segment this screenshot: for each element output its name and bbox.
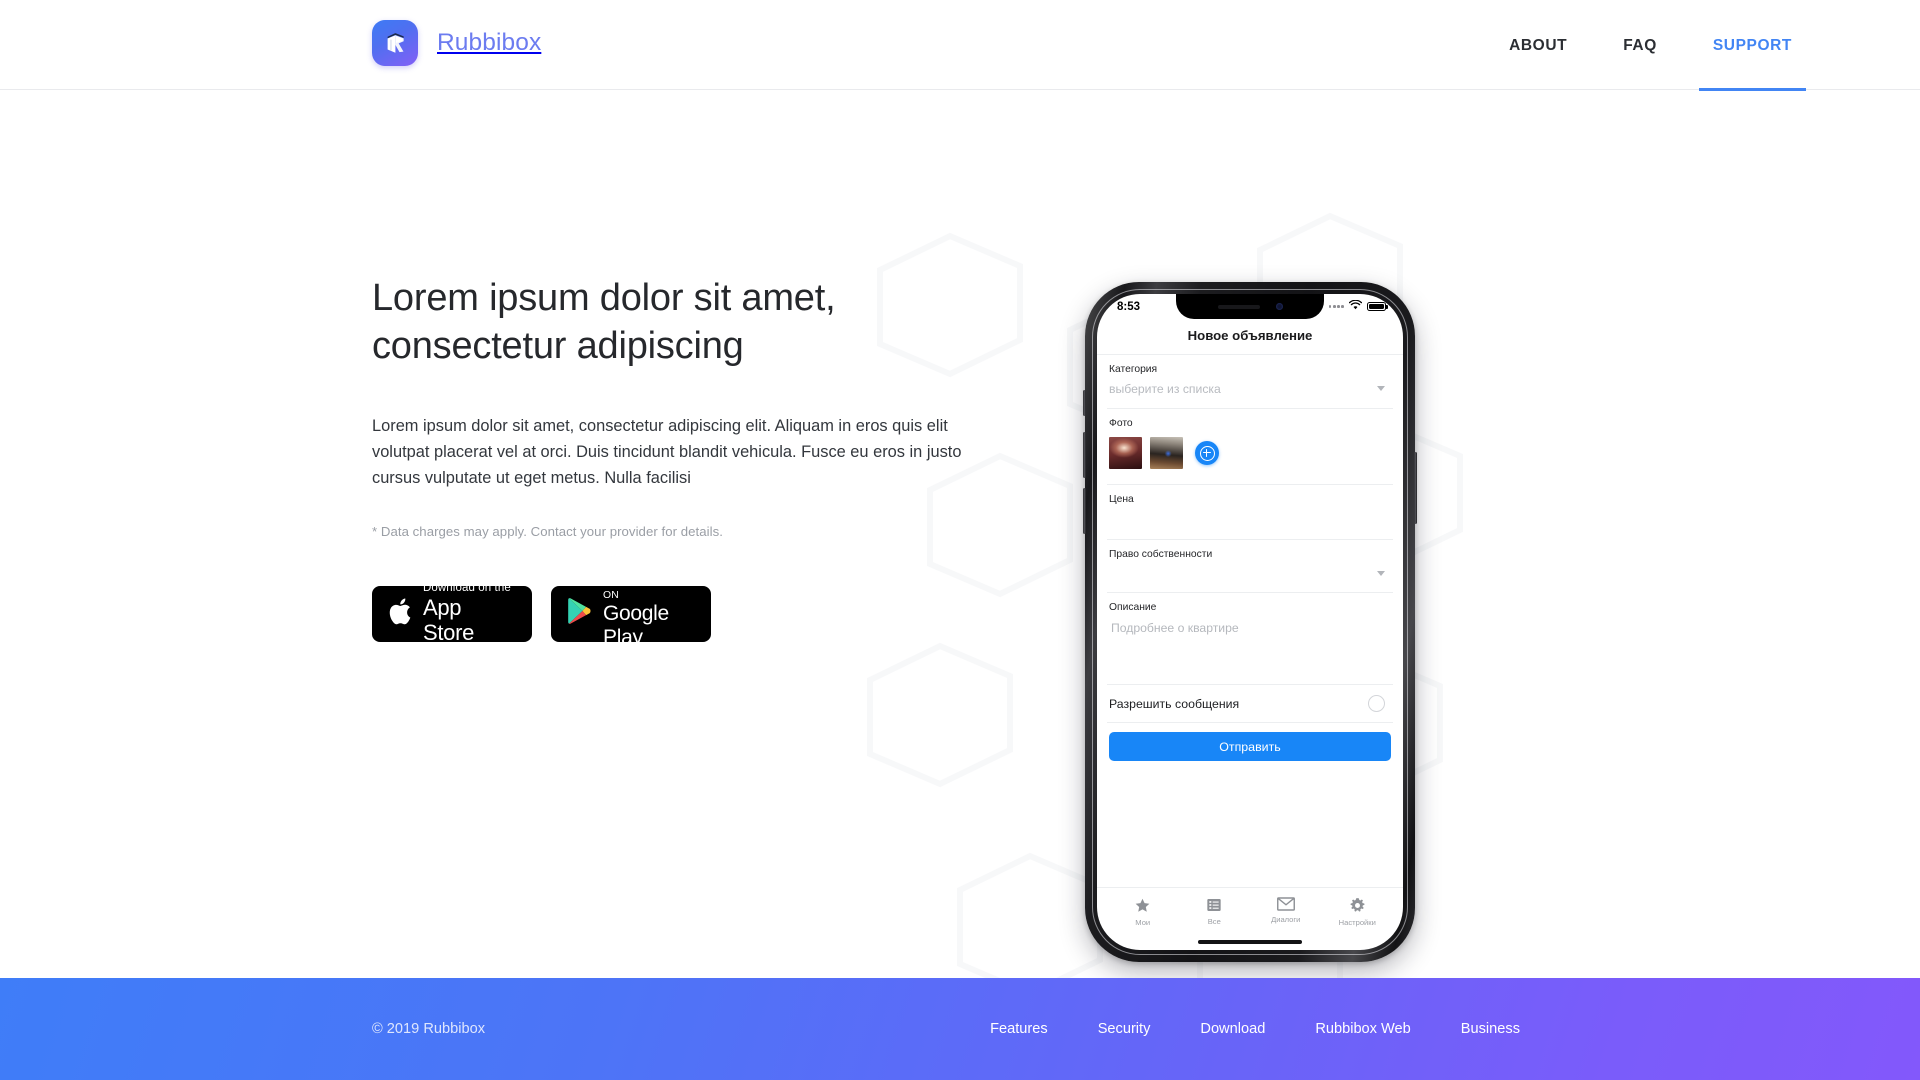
hero-body-text: Lorem ipsum dolor sit amet, consectetur … bbox=[372, 417, 962, 487]
status-bar-time: 8:53 bbox=[1117, 300, 1141, 313]
brand-logo-link[interactable]: Rubbibox bbox=[372, 19, 542, 66]
field-photo: Фото bbox=[1107, 409, 1393, 485]
nav-link-faq[interactable]: FAQ bbox=[1595, 1, 1685, 90]
hero-disclaimer: * Data charges may apply. Contact your p… bbox=[372, 523, 723, 539]
field-photo-label: Фото bbox=[1109, 418, 1133, 429]
new-listing-form: Категория выберите из списка Фото Цена П… bbox=[1097, 355, 1403, 761]
phone-frame: 8:53 Новое объявление Категория выберите… bbox=[1083, 282, 1417, 962]
status-bar: 8:53 bbox=[1097, 294, 1403, 319]
phone-volume-down-button bbox=[1083, 488, 1086, 534]
signal-dots-icon bbox=[1328, 305, 1344, 308]
wifi-icon bbox=[1348, 299, 1363, 313]
chevron-down-icon[interactable] bbox=[1377, 386, 1385, 391]
footer-navigation: Features Security Download Rubbibox Web … bbox=[990, 1021, 1820, 1037]
tab-my[interactable]: Мои bbox=[1107, 897, 1179, 927]
rubbibox-box-logo-icon bbox=[372, 19, 418, 66]
phone-power-button bbox=[1414, 452, 1417, 524]
tab-my-label: Мои bbox=[1135, 918, 1151, 927]
app-store-badge[interactable]: Download on the App Store bbox=[372, 582, 532, 645]
phone-volume-up-button bbox=[1083, 432, 1086, 478]
google-play-icon bbox=[567, 597, 592, 630]
tab-dialogs[interactable]: Диалоги bbox=[1250, 897, 1322, 924]
app-screen-title: Новое объявление bbox=[1097, 319, 1403, 355]
footer-link-features[interactable]: Features bbox=[990, 1021, 1048, 1037]
field-description-placeholder[interactable]: Подробнее о квартире bbox=[1107, 613, 1393, 635]
tab-all-label: Все bbox=[1207, 917, 1221, 926]
gear-icon bbox=[1349, 897, 1366, 914]
field-category[interactable]: Категория выберите из списка bbox=[1107, 355, 1393, 409]
star-icon bbox=[1134, 897, 1151, 914]
google-play-badge-bottom: Google Play bbox=[603, 602, 669, 649]
photo-thumbnail[interactable] bbox=[1150, 437, 1183, 469]
app-store-badge-top: Download on the bbox=[423, 582, 511, 595]
field-price-label: Цена bbox=[1109, 494, 1134, 505]
nav-link-about[interactable]: ABOUT bbox=[1481, 1, 1595, 90]
site-header: Rubbibox ABOUT FAQ SUPPORT bbox=[0, 0, 1920, 91]
google-play-badge-top: ANDROID APP ON bbox=[603, 578, 677, 601]
allow-messages-toggle[interactable] bbox=[1368, 695, 1385, 712]
store-badges: Download on the App Store ANDROID APP ON… bbox=[372, 578, 1012, 649]
footer-link-business[interactable]: Business bbox=[1461, 1021, 1520, 1037]
field-description-label: Описание bbox=[1109, 602, 1157, 613]
tab-settings[interactable]: Настройки bbox=[1322, 897, 1394, 927]
tab-all[interactable]: Все bbox=[1179, 897, 1251, 926]
submit-button[interactable]: Отправить bbox=[1109, 732, 1391, 761]
field-description[interactable]: Описание Подробнее о квартире bbox=[1107, 593, 1393, 685]
field-price-value[interactable] bbox=[1107, 505, 1393, 529]
allow-messages-row[interactable]: Разрешить сообщения bbox=[1107, 685, 1393, 723]
phone-screen: 8:53 Новое объявление Категория выберите… bbox=[1097, 294, 1403, 950]
footer-link-security[interactable]: Security bbox=[1098, 1021, 1151, 1037]
field-ownership[interactable]: Право собственности bbox=[1107, 540, 1393, 593]
main-navigation: ABOUT FAQ SUPPORT bbox=[1481, 0, 1820, 91]
home-indicator[interactable] bbox=[1198, 940, 1302, 944]
field-category-value: выберите из списка bbox=[1109, 382, 1221, 396]
hero-title: Lorem ipsum dolor sit amet, consectetur … bbox=[372, 277, 836, 367]
allow-messages-label: Разрешить сообщения bbox=[1109, 696, 1240, 711]
hero-section: Lorem ipsum dolor sit amet, consectetur … bbox=[0, 90, 1920, 978]
phone-mockup: 8:53 Новое объявление Категория выберите… bbox=[1083, 282, 1417, 966]
nav-link-support[interactable]: SUPPORT bbox=[1685, 1, 1820, 91]
list-icon bbox=[1206, 897, 1222, 913]
phone-mute-switch bbox=[1083, 390, 1086, 416]
tab-settings-label: Настройки bbox=[1338, 918, 1376, 927]
google-play-badge[interactable]: ANDROID APP ON Google Play bbox=[551, 578, 711, 649]
field-price[interactable]: Цена bbox=[1107, 485, 1393, 540]
footer-link-download[interactable]: Download bbox=[1200, 1021, 1265, 1037]
add-circle-icon[interactable] bbox=[1195, 441, 1219, 465]
field-ownership-value bbox=[1107, 560, 1111, 586]
site-footer: © 2019 Rubbibox Features Security Downlo… bbox=[0, 978, 1920, 1080]
footer-link-rubbibox-web[interactable]: Rubbibox Web bbox=[1315, 1021, 1410, 1037]
chevron-down-icon[interactable] bbox=[1377, 570, 1385, 576]
photo-thumbnail-strip bbox=[1107, 429, 1393, 478]
copyright-text: © 2019 Rubbibox bbox=[372, 1021, 485, 1037]
envelope-icon bbox=[1276, 897, 1295, 911]
photo-thumbnail[interactable] bbox=[1109, 437, 1142, 469]
tab-dialogs-label: Диалоги bbox=[1271, 915, 1301, 924]
battery-full-icon bbox=[1367, 301, 1386, 312]
field-ownership-label: Право собственности bbox=[1109, 549, 1213, 560]
field-category-label: Категория bbox=[1109, 364, 1158, 375]
app-store-badge-bottom: App Store bbox=[423, 594, 475, 645]
apple-icon bbox=[388, 597, 412, 631]
brand-name: Rubbibox bbox=[437, 28, 542, 56]
